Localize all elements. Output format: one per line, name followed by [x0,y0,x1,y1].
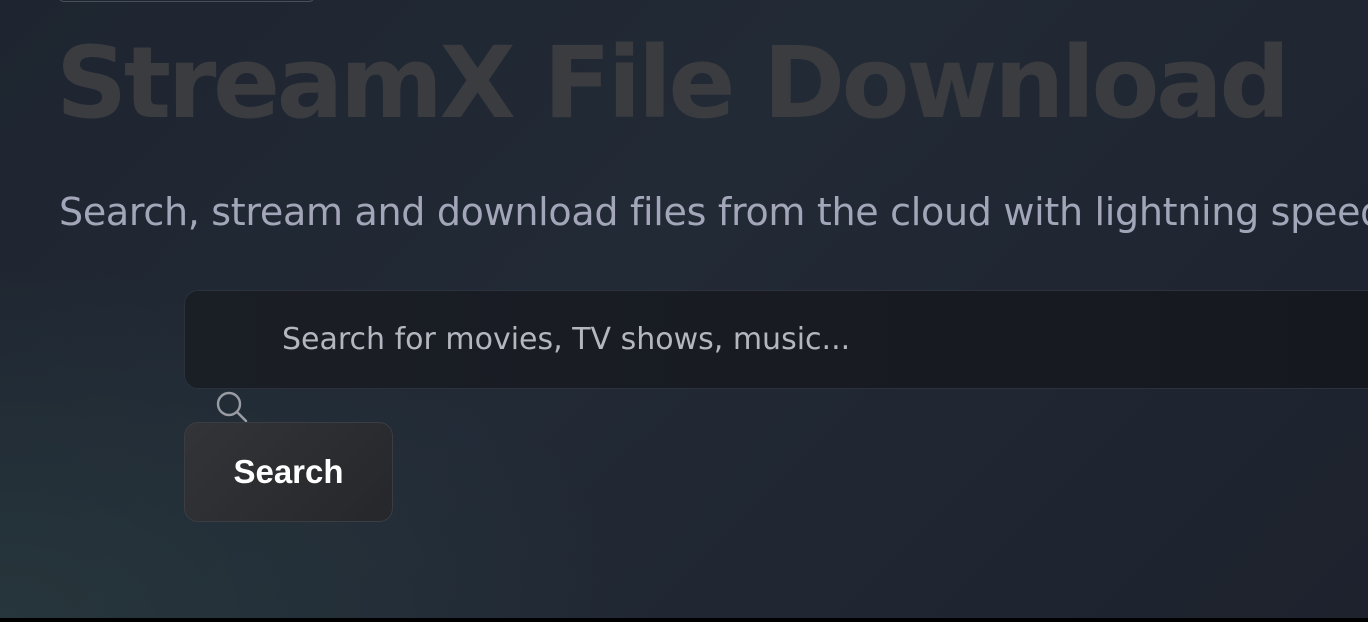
page-title: StreamX File Download [56,26,1290,141]
bottom-edge [0,618,1368,622]
page-subtitle: Search, stream and download files from t… [59,190,1368,234]
search-box [184,290,1368,389]
top-tab-outline [58,0,315,2]
page-container: StreamX File Download Search, stream and… [0,0,1368,618]
search-input[interactable] [185,291,1368,388]
search-button[interactable]: Search [184,422,393,522]
search-icon [216,391,248,423]
